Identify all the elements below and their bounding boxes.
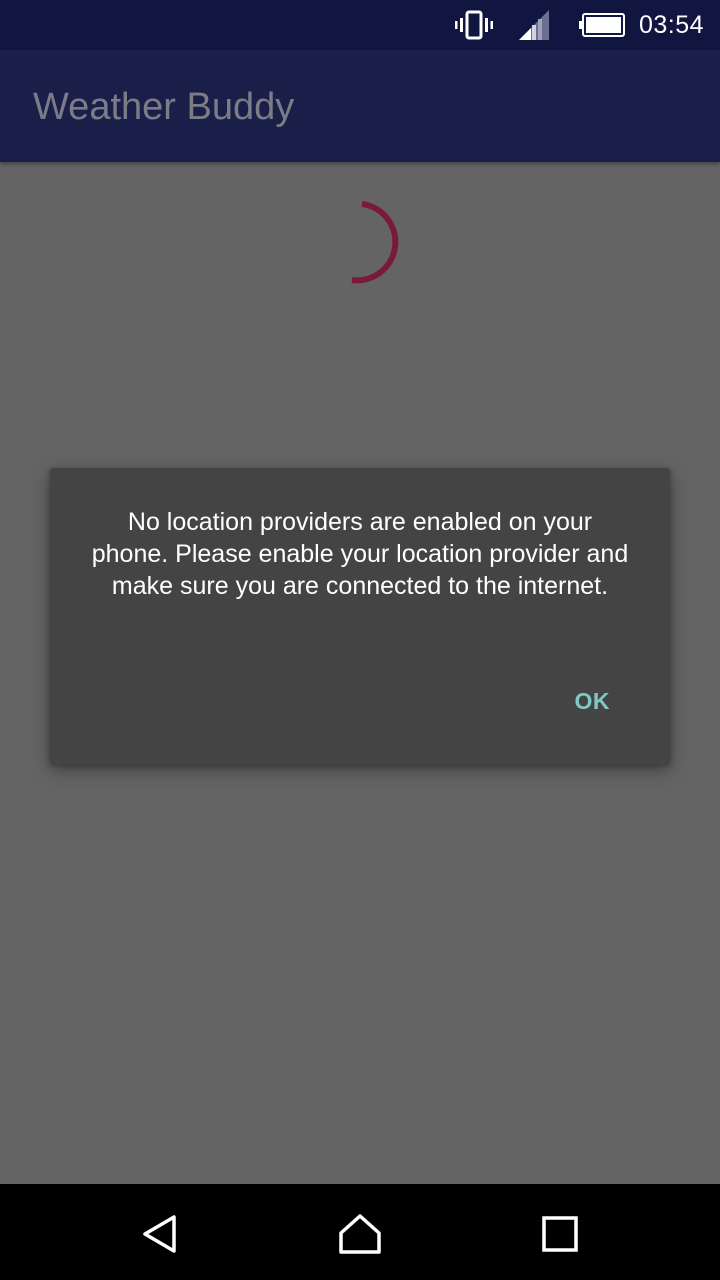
home-icon xyxy=(339,1214,381,1254)
status-bar: 03:54 xyxy=(0,0,720,50)
home-button[interactable] xyxy=(330,1212,390,1256)
loading-spinner-icon xyxy=(351,201,399,284)
dialog-message: No location providers are enabled on you… xyxy=(91,508,629,600)
back-icon xyxy=(143,1215,176,1253)
recents-icon xyxy=(542,1216,578,1252)
back-button[interactable] xyxy=(130,1212,190,1256)
ok-button[interactable]: OK xyxy=(565,684,621,719)
vibrate-icon xyxy=(454,10,493,40)
signal-icon xyxy=(518,10,551,40)
navigation-bar xyxy=(0,1184,720,1280)
app-title: Weather Buddy xyxy=(33,86,295,128)
status-clock: 03:54 xyxy=(638,10,704,39)
alert-dialog: No location providers are enabled on you… xyxy=(50,468,670,764)
app-bar: Weather Buddy xyxy=(0,50,720,162)
recents-button[interactable] xyxy=(530,1212,590,1256)
battery-icon xyxy=(578,13,625,37)
